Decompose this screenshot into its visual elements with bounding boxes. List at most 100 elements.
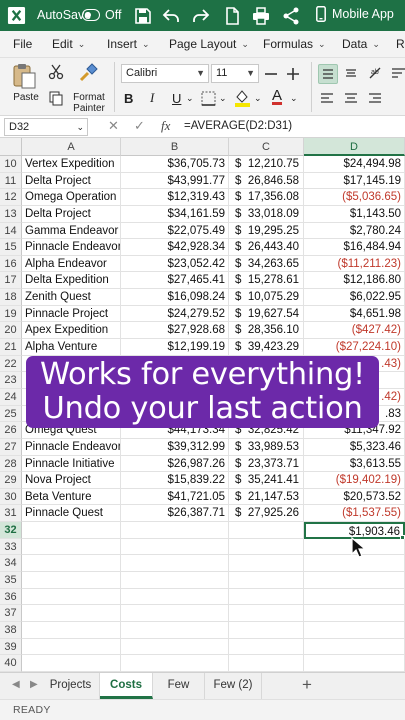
row-header[interactable]: 24 bbox=[0, 388, 22, 406]
align-top-button[interactable] bbox=[318, 64, 338, 84]
row-header[interactable]: 10 bbox=[0, 156, 22, 173]
row-header[interactable]: 39 bbox=[0, 638, 22, 656]
cell-b[interactable]: $26,987.26 bbox=[121, 455, 229, 473]
cell-d[interactable] bbox=[304, 638, 405, 656]
font-size-select[interactable]: 11 ▼ bbox=[211, 64, 259, 83]
row-header[interactable]: 40 bbox=[0, 655, 22, 672]
row-header[interactable]: 13 bbox=[0, 205, 22, 223]
cell-c[interactable] bbox=[229, 638, 304, 656]
cell-c[interactable] bbox=[229, 588, 304, 606]
cell-b[interactable] bbox=[121, 572, 229, 589]
cell-b[interactable] bbox=[121, 555, 229, 573]
print-icon[interactable] bbox=[251, 6, 271, 26]
menu-edit[interactable]: Edit ⌄ bbox=[52, 37, 85, 51]
underline-button[interactable]: U bbox=[172, 89, 181, 107]
cell-b[interactable]: $12,199.19 bbox=[121, 339, 229, 356]
add-sheet-icon[interactable]: + bbox=[302, 675, 312, 695]
chevron-down-icon[interactable]: ⌄ bbox=[290, 89, 298, 107]
cut-icon[interactable] bbox=[48, 64, 64, 80]
align-middle-button[interactable] bbox=[342, 64, 362, 84]
cell-a[interactable]: Alpha Endeavor bbox=[22, 255, 121, 273]
cell-b[interactable]: $24,279.52 bbox=[121, 305, 229, 323]
redo-icon[interactable] bbox=[191, 6, 211, 26]
column-header-c[interactable]: C bbox=[229, 138, 304, 156]
mobile-app-button[interactable]: Mobile App bbox=[316, 6, 394, 22]
save-icon[interactable] bbox=[133, 6, 153, 26]
cell-d[interactable]: $2,780.24 bbox=[304, 222, 405, 240]
cell-b[interactable]: $42,928.34 bbox=[121, 239, 229, 256]
cell-a[interactable]: Delta Project bbox=[22, 172, 121, 190]
column-header-b[interactable]: B bbox=[121, 138, 229, 156]
wrap-text-button[interactable] bbox=[390, 64, 405, 84]
cell-b[interactable] bbox=[121, 638, 229, 656]
cancel-formula-icon[interactable]: ✕ bbox=[108, 118, 119, 134]
borders-icon[interactable] bbox=[201, 91, 216, 106]
cell-c[interactable] bbox=[229, 555, 304, 573]
cell-b[interactable]: $16,098.24 bbox=[121, 289, 229, 306]
cell-d[interactable] bbox=[304, 655, 405, 672]
cell-b[interactable]: $27,928.68 bbox=[121, 322, 229, 340]
menu-page-layout[interactable]: Page Layout ⌄ bbox=[169, 37, 249, 51]
insert-function-button[interactable]: fx bbox=[161, 118, 170, 134]
row-header[interactable]: 38 bbox=[0, 621, 22, 639]
sheet-tab-costs[interactable]: Costs bbox=[100, 673, 153, 699]
cell-b[interactable]: $36,705.73 bbox=[121, 156, 229, 173]
cell-b[interactable] bbox=[121, 655, 229, 672]
row-header[interactable]: 32 bbox=[0, 522, 22, 539]
row-header[interactable]: 27 bbox=[0, 438, 22, 456]
cell-c[interactable]: $21,147.53 bbox=[229, 488, 304, 506]
cell-d[interactable]: ($11,211.23) bbox=[304, 255, 405, 273]
cell-d[interactable]: $17,145.19 bbox=[304, 172, 405, 190]
cell-a[interactable]: Pinnacle Quest bbox=[22, 505, 121, 523]
cell-b[interactable]: $39,312.99 bbox=[121, 438, 229, 456]
align-left-button[interactable] bbox=[318, 89, 338, 109]
sheet-tab-few[interactable]: Few bbox=[153, 673, 205, 699]
cell-b[interactable]: $12,319.43 bbox=[121, 189, 229, 206]
cell-c[interactable]: $12,210.75 bbox=[229, 156, 304, 173]
undo-icon[interactable] bbox=[161, 6, 181, 26]
row-header[interactable]: 30 bbox=[0, 488, 22, 506]
accept-formula-icon[interactable]: ✓ bbox=[134, 118, 145, 134]
cell-d[interactable]: ($19,402.19) bbox=[304, 472, 405, 489]
chevron-down-icon[interactable]: ⌄ bbox=[186, 89, 194, 107]
cell-c[interactable]: $27,925.26 bbox=[229, 505, 304, 523]
cell-d[interactable]: $12,186.80 bbox=[304, 272, 405, 290]
row-header[interactable]: 37 bbox=[0, 605, 22, 622]
cell-d[interactable]: ($427.42) bbox=[304, 322, 405, 340]
row-header[interactable]: 35 bbox=[0, 572, 22, 589]
cell-d[interactable] bbox=[304, 572, 405, 589]
cell-b[interactable]: $41,721.05 bbox=[121, 488, 229, 506]
decrease-font-icon[interactable] bbox=[264, 67, 278, 81]
fill-color-icon[interactable] bbox=[234, 88, 251, 108]
menu-file[interactable]: File bbox=[13, 37, 32, 51]
font-name-select[interactable]: Calibri ▼ bbox=[121, 64, 209, 83]
cell-c[interactable]: $26,846.58 bbox=[229, 172, 304, 190]
column-header-a[interactable]: A bbox=[22, 138, 121, 156]
formula-input[interactable]: =AVERAGE(D2:D31) bbox=[184, 120, 292, 132]
cell-b[interactable]: $26,387.71 bbox=[121, 505, 229, 523]
cell-a[interactable]: Apex Expedition bbox=[22, 322, 121, 340]
cell-a[interactable] bbox=[22, 605, 121, 622]
cell-c[interactable]: $28,356.10 bbox=[229, 322, 304, 340]
cell-a[interactable] bbox=[22, 621, 121, 639]
cell-a[interactable] bbox=[22, 638, 121, 656]
cell-a[interactable]: Pinnacle Endeavor bbox=[22, 438, 121, 456]
chevron-down-icon[interactable]: ⌄ bbox=[219, 89, 227, 107]
cell-c[interactable]: $33,989.53 bbox=[229, 438, 304, 456]
cell-c[interactable] bbox=[229, 538, 304, 556]
cell-d[interactable]: ($1,537.55) bbox=[304, 505, 405, 523]
cell-b[interactable]: $23,052.42 bbox=[121, 255, 229, 273]
bold-button[interactable]: B bbox=[124, 89, 133, 107]
cell-c[interactable] bbox=[229, 572, 304, 589]
paste-icon[interactable] bbox=[12, 62, 38, 90]
cell-c[interactable]: $33,018.09 bbox=[229, 205, 304, 223]
cell-d[interactable]: $4,651.98 bbox=[304, 305, 405, 323]
cell-c[interactable]: $10,075.29 bbox=[229, 289, 304, 306]
new-document-icon[interactable] bbox=[222, 6, 242, 26]
row-header[interactable]: 12 bbox=[0, 189, 22, 206]
cell-c[interactable]: $34,263.65 bbox=[229, 255, 304, 273]
cell-a[interactable]: Nova Project bbox=[22, 472, 121, 489]
cell-d[interactable]: $5,323.46 bbox=[304, 438, 405, 456]
row-header[interactable]: 33 bbox=[0, 538, 22, 556]
cell-b[interactable]: $15,839.22 bbox=[121, 472, 229, 489]
